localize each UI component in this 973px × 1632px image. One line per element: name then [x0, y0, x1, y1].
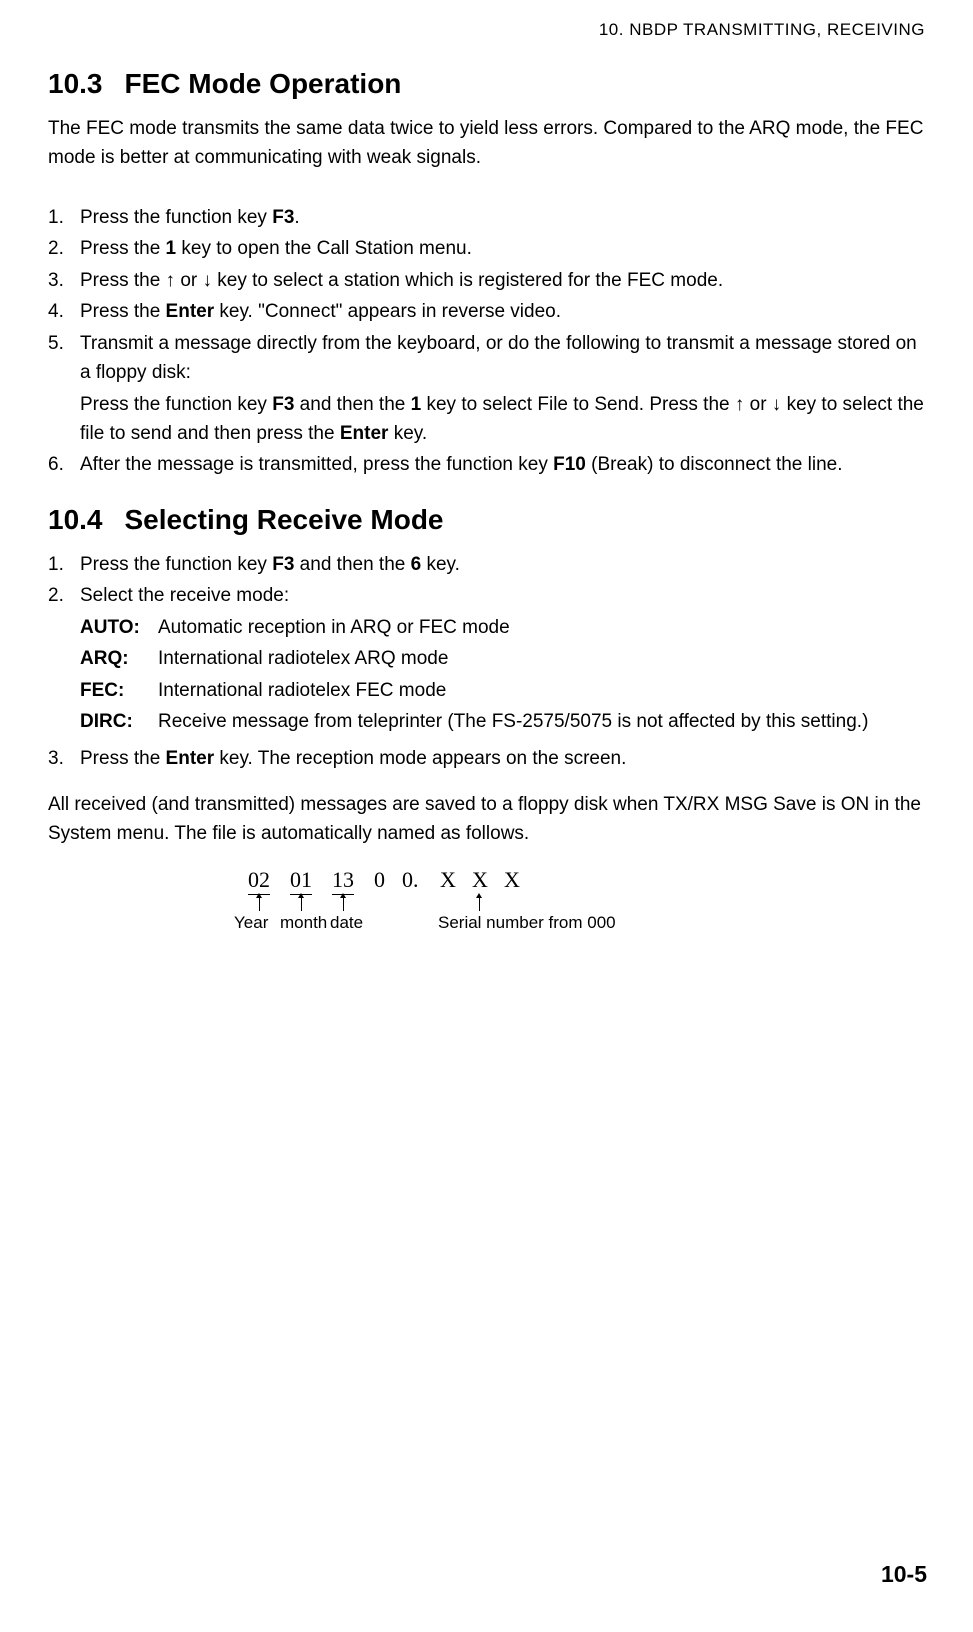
fn-label-date: date — [330, 913, 363, 933]
section-103-intro: The FEC mode transmits the same data twi… — [48, 114, 925, 173]
list-item: 3. Press the ↑ or ↓ key to select a stat… — [48, 266, 925, 295]
list-number: 2. — [48, 234, 80, 263]
fn-label-month: month — [280, 913, 327, 933]
list-item: 5. Transmit a message directly from the … — [48, 329, 925, 449]
mode-label-fec: FEC: — [80, 676, 158, 705]
list-body: Press the 1 key to open the Call Station… — [80, 234, 925, 263]
list-number: 6. — [48, 450, 80, 479]
list-item: 1. Press the function key F3. — [48, 203, 925, 232]
list-subtext: Press the function key F3 and then the 1… — [80, 390, 925, 449]
list-body: Press the Enter key. The reception mode … — [80, 744, 925, 773]
list-body: Transmit a message directly from the key… — [80, 329, 925, 449]
fn-seg-month: 01 — [290, 867, 312, 895]
fn-seg-x1: X — [440, 867, 456, 893]
mode-desc: International radiotelex ARQ mode — [158, 644, 925, 673]
save-paragraph: All received (and transmitted) messages … — [48, 790, 925, 849]
mode-row: AUTO: Automatic reception in ARQ or FEC … — [80, 613, 925, 642]
fn-seg-x3: X — [504, 867, 520, 893]
filename-diagram: 02 01 13 0 0. X X X Year month date Seri… — [248, 867, 848, 947]
list-body: Select the receive mode: AUTO: Automatic… — [80, 581, 925, 736]
list-number: 3. — [48, 266, 80, 295]
mode-label-dirc: DIRC: — [80, 707, 158, 736]
mode-desc: Automatic reception in ARQ or FEC mode — [158, 613, 925, 642]
list-item: 2. Select the receive mode: AUTO: Automa… — [48, 581, 925, 736]
fn-seg-date: 13 — [332, 867, 354, 895]
section-104-steps: 1. Press the function key F3 and then th… — [48, 550, 925, 737]
fn-seg-x2: X — [472, 867, 488, 893]
section-103-steps: 1. Press the function key F3. 2. Press t… — [48, 203, 925, 480]
mode-label-arq: ARQ: — [80, 644, 158, 673]
list-number: 1. — [48, 203, 80, 232]
list-number: 2. — [48, 581, 80, 736]
list-body: Press the Enter key. "Connect" appears i… — [80, 297, 925, 326]
list-item: 6. After the message is transmitted, pre… — [48, 450, 925, 479]
list-number: 1. — [48, 550, 80, 579]
section-104-number: 10.4 — [48, 504, 103, 535]
arrow-up-icon — [301, 897, 302, 911]
list-item: 1. Press the function key F3 and then th… — [48, 550, 925, 579]
section-103-number: 10.3 — [48, 68, 103, 99]
mode-desc: Receive message from teleprinter (The FS… — [158, 707, 925, 736]
section-104-title: Selecting Receive Mode — [125, 504, 444, 535]
page-number: 10-5 — [881, 1561, 927, 1588]
fn-seg-year: 02 — [248, 867, 270, 895]
mode-row: FEC: International radiotelex FEC mode — [80, 676, 925, 705]
chapter-header: 10. NBDP TRANSMITTING, RECEIVING — [48, 20, 925, 40]
section-103-heading: 10.3 FEC Mode Operation — [48, 68, 925, 100]
fn-seg-zero2: 0. — [402, 867, 419, 893]
list-number: 3. — [48, 744, 80, 773]
arrow-up-icon — [259, 897, 260, 911]
list-body: Press the function key F3. — [80, 203, 925, 232]
list-body: Press the function key F3 and then the 6… — [80, 550, 925, 579]
arrow-up-icon — [479, 897, 480, 911]
section-104-step3: 3. Press the Enter key. The reception mo… — [48, 744, 925, 773]
list-item: 3. Press the Enter key. The reception mo… — [48, 744, 925, 773]
mode-desc: International radiotelex FEC mode — [158, 676, 925, 705]
list-number: 4. — [48, 297, 80, 326]
fn-label-year: Year — [234, 913, 268, 933]
mode-row: DIRC: Receive message from teleprinter (… — [80, 707, 925, 736]
fn-seg-zero1: 0 — [374, 867, 385, 893]
list-item: 2. Press the 1 key to open the Call Stat… — [48, 234, 925, 263]
list-number: 5. — [48, 329, 80, 449]
fn-label-serial: Serial number from 000 — [438, 913, 616, 933]
mode-row: ARQ: International radiotelex ARQ mode — [80, 644, 925, 673]
arrow-up-icon — [343, 897, 344, 911]
list-body: After the message is transmitted, press … — [80, 450, 925, 479]
section-104-heading: 10.4 Selecting Receive Mode — [48, 504, 925, 536]
list-item: 4. Press the Enter key. "Connect" appear… — [48, 297, 925, 326]
section-103-title: FEC Mode Operation — [125, 68, 402, 99]
mode-label-auto: AUTO: — [80, 613, 158, 642]
list-body: Press the ↑ or ↓ key to select a station… — [80, 266, 925, 295]
